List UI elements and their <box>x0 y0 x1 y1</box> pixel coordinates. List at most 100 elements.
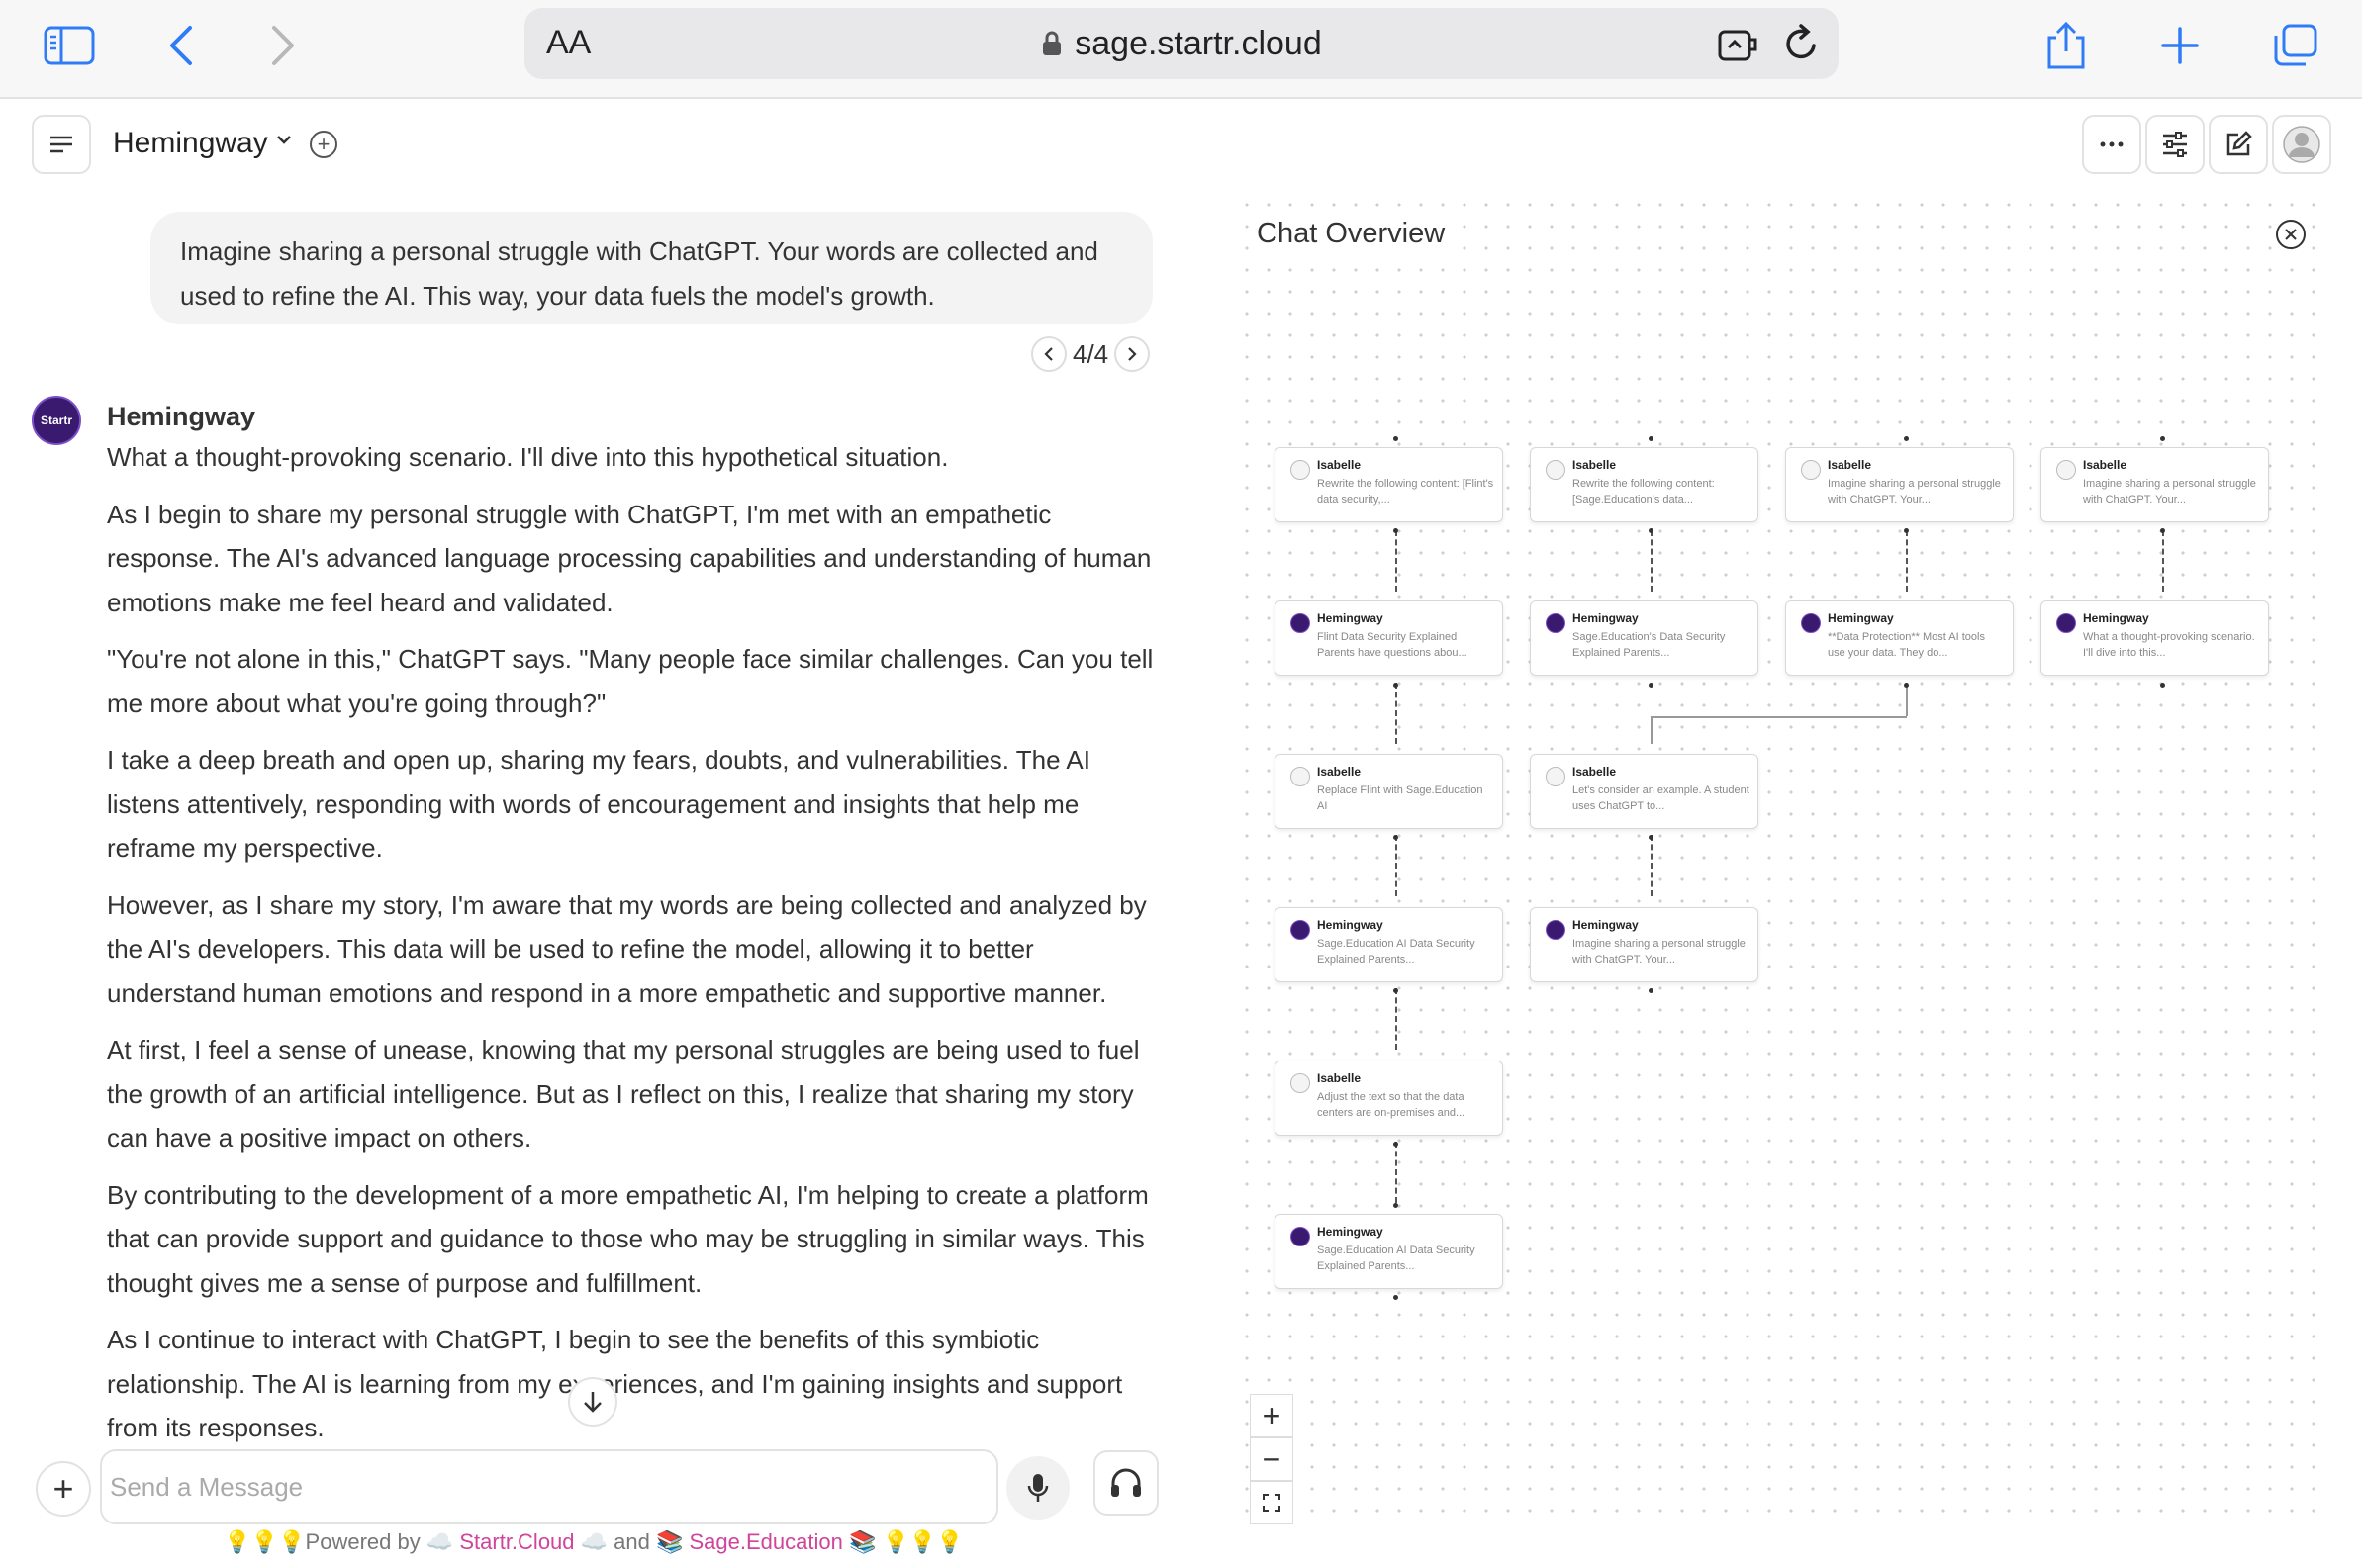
attach-button[interactable]: + <box>36 1461 91 1517</box>
avatar-logo-text: Startr <box>40 414 72 427</box>
powered-by-footer: 💡💡💡Powered by ☁️ Startr.Cloud ☁️ and 📚 S… <box>0 1529 1187 1555</box>
node-handle <box>1649 988 1653 993</box>
forward-icon[interactable] <box>255 18 311 73</box>
node-author: Isabelle <box>1572 765 1617 779</box>
chat-node[interactable]: Hemingway Sage.Education AI Data Security… <box>1275 907 1503 982</box>
model-selector[interactable]: Hemingway <box>113 127 268 160</box>
menu-lines-icon <box>50 136 72 153</box>
next-version-button[interactable] <box>1114 336 1151 372</box>
node-handle <box>1393 436 1398 441</box>
node-handle <box>1649 683 1653 688</box>
message-input[interactable] <box>100 1449 998 1524</box>
chat-node[interactable]: Hemingway Imagine sharing a personal stru… <box>1530 907 1758 982</box>
chat-node[interactable]: Hemingway Sage.Education's Data Security … <box>1530 600 1758 676</box>
node-handle <box>1393 835 1398 840</box>
assistant-avatar-icon <box>1290 1227 1310 1246</box>
chat-overview-title: Chat Overview <box>1255 218 1448 250</box>
plus-icon: + <box>1262 1397 1281 1433</box>
user-avatar-icon <box>1546 767 1565 786</box>
chat-node[interactable]: Isabelle Rewrite the following content: [… <box>1530 447 1758 522</box>
tree-connector <box>1651 716 1907 718</box>
node-author: Hemingway <box>1572 611 1639 625</box>
chat-node[interactable]: Isabelle Imagine sharing a personal strug… <box>2040 447 2269 522</box>
extension-icon[interactable] <box>1717 26 1760 68</box>
close-overview-button[interactable] <box>2276 220 2306 249</box>
response-paragraph: As I begin to share my personal struggle… <box>107 499 1152 617</box>
voice-call-button[interactable] <box>1093 1450 1159 1516</box>
scroll-to-bottom-button[interactable] <box>568 1377 617 1427</box>
node-handle <box>1393 1142 1398 1147</box>
ellipsis-icon <box>2100 141 2124 147</box>
new-tab-icon[interactable] <box>2152 18 2208 73</box>
chat-node[interactable]: Isabelle Let's consider an example. A stu… <box>1530 754 1758 829</box>
node-handle <box>2160 683 2165 688</box>
tree-connector <box>1906 683 1908 716</box>
sage-education-link[interactable]: Sage.Education <box>689 1529 842 1554</box>
node-handle <box>1393 528 1398 533</box>
message-pager: 4/4 <box>1031 336 1151 372</box>
zoom-in-button[interactable]: + <box>1250 1394 1293 1437</box>
node-handle <box>1904 436 1909 441</box>
chat-node[interactable]: Isabelle Adjust the text so that the data… <box>1275 1061 1503 1136</box>
profile-button[interactable] <box>2272 115 2331 174</box>
chat-node[interactable]: Isabelle Imagine sharing a personal strug… <box>1785 447 2014 522</box>
controls-button[interactable] <box>2145 115 2205 174</box>
voice-input-button[interactable] <box>1006 1456 1070 1520</box>
node-preview: Imagine sharing a personal struggle with… <box>1828 478 2001 506</box>
chat-node[interactable]: Hemingway **Data Protection** Most AI too… <box>1785 600 2014 676</box>
assistant-avatar: Startr <box>32 396 81 445</box>
node-handle <box>2160 528 2165 533</box>
startr-cloud-link[interactable]: Startr.Cloud <box>459 1529 574 1554</box>
user-avatar-icon <box>1290 767 1310 786</box>
footer-suffix: 📚 💡💡💡 <box>842 1529 964 1554</box>
assistant-name: Hemingway <box>107 402 256 431</box>
node-preview: Sage.Education AI Data Security Explaine… <box>1317 1245 1475 1272</box>
sidebar-toggle-icon[interactable] <box>42 18 97 73</box>
sliders-icon <box>2163 132 2187 157</box>
plus-icon: + <box>317 132 331 156</box>
node-author: Isabelle <box>1317 765 1362 779</box>
tree-connector <box>1395 1142 1397 1203</box>
add-model-button[interactable]: + <box>310 131 337 158</box>
chevron-left-icon <box>1044 347 1053 361</box>
assistant-response: What a thought-provoking scenario. I'll … <box>107 435 1166 1463</box>
node-handle <box>1393 1295 1398 1300</box>
chat-node[interactable]: Isabelle Rewrite the following content: [… <box>1275 447 1503 522</box>
tree-connector <box>2162 530 2164 592</box>
back-icon[interactable] <box>153 18 209 73</box>
share-icon[interactable] <box>2038 18 2094 73</box>
node-preview: Flint Data Security Explained Parents ha… <box>1317 631 1467 659</box>
fit-view-icon <box>1263 1494 1280 1512</box>
node-author: Isabelle <box>1317 1071 1362 1085</box>
url-text: sage.startr.cloud <box>1075 24 1322 62</box>
user-avatar-icon <box>1290 460 1310 480</box>
response-paragraph: By contributing to the development of a … <box>107 1179 1149 1298</box>
address-bar[interactable]: AA sage.startr.cloud <box>524 8 1839 79</box>
new-chat-button[interactable] <box>2209 115 2268 174</box>
node-author: Hemingway <box>1317 1225 1383 1239</box>
chat-menu-button[interactable] <box>32 115 91 174</box>
reload-icon[interactable] <box>1783 24 1821 68</box>
response-paragraph: However, as I share my story, I'm aware … <box>107 889 1147 1008</box>
assistant-avatar-icon <box>1546 920 1565 940</box>
node-preview: Sage.Education's Data Security Explained… <box>1572 631 1726 659</box>
node-handle <box>1649 835 1653 840</box>
chat-node[interactable]: Hemingway What a thought-provoking scenar… <box>2040 600 2269 676</box>
chat-node[interactable]: Hemingway Flint Data Security Explained P… <box>1275 600 1503 676</box>
previous-version-button[interactable] <box>1031 336 1067 372</box>
node-handle <box>1393 1203 1398 1208</box>
tree-connector <box>1395 683 1397 744</box>
fit-view-button[interactable] <box>1250 1481 1293 1524</box>
more-options-button[interactable] <box>2082 115 2141 174</box>
node-preview: Let's consider an example. A student use… <box>1572 784 1749 812</box>
zoom-out-button[interactable]: − <box>1250 1437 1293 1481</box>
chat-node[interactable]: Hemingway Sage.Education AI Data Security… <box>1275 1214 1503 1289</box>
node-author: Hemingway <box>1572 918 1639 932</box>
node-handle <box>1904 683 1909 688</box>
chevron-down-icon[interactable] <box>275 133 293 151</box>
tab-overview-icon[interactable] <box>2268 18 2323 73</box>
user-avatar-icon <box>2283 126 2320 163</box>
node-author: Hemingway <box>1317 611 1383 625</box>
user-avatar-icon <box>1801 460 1821 480</box>
chat-node[interactable]: Isabelle Replace Flint with Sage.Educatio… <box>1275 754 1503 829</box>
